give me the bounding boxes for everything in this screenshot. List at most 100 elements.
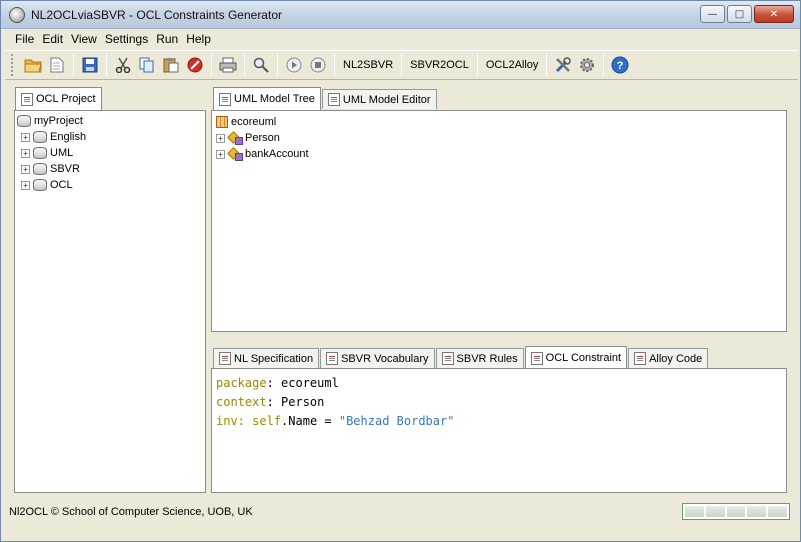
expand-icon[interactable]: + bbox=[21, 180, 30, 190]
code-line-package: package: ecoreuml bbox=[216, 374, 454, 393]
progress-cell bbox=[747, 506, 767, 517]
code-line-inv: inv: self.Name = "Behzad Bordbar" bbox=[216, 412, 454, 431]
toolbar-separator bbox=[211, 54, 212, 76]
sbvr2ocl-button[interactable]: SBVR2OCL bbox=[406, 54, 473, 76]
tree-row-ocl[interactable]: + OCL bbox=[17, 177, 86, 193]
tab-ocl-constraint-label: OCL Constraint bbox=[545, 352, 622, 364]
tab-alloy-code[interactable]: Alloy Code bbox=[628, 348, 709, 368]
status-bar: Nl2OCL © School of Computer Science, UOB… bbox=[5, 497, 798, 527]
tree-row-bankaccount[interactable]: + bankAccount bbox=[216, 146, 309, 162]
project-tab-icon bbox=[21, 92, 33, 106]
expand-icon[interactable]: + bbox=[216, 133, 225, 143]
keyword-self: self bbox=[252, 414, 282, 428]
app-window: NL2OCLviaSBVR - OCL Constraints Generato… bbox=[0, 0, 801, 542]
menu-run[interactable]: Run bbox=[152, 29, 182, 49]
ocl-code: package: ecoreuml context: Person inv: s… bbox=[216, 374, 454, 431]
toolbar-separator bbox=[106, 54, 107, 76]
tools-icon[interactable] bbox=[552, 54, 574, 76]
menu-help[interactable]: Help bbox=[182, 29, 215, 49]
ocl-code-editor[interactable]: package: ecoreuml context: Person inv: s… bbox=[211, 368, 787, 493]
tab-sbvr-rules[interactable]: SBVR Rules bbox=[435, 348, 524, 368]
toolbar-separator bbox=[334, 54, 335, 76]
tree-item-ocl: OCL bbox=[50, 179, 73, 191]
save-icon[interactable] bbox=[79, 54, 101, 76]
tab-sbvr-vocabulary[interactable]: SBVR Vocabulary bbox=[320, 348, 435, 368]
expand-icon[interactable]: + bbox=[21, 132, 30, 142]
menu-file[interactable]: File bbox=[11, 29, 38, 49]
tree-row-root[interactable]: myProject bbox=[17, 113, 86, 129]
uml-tab-icon bbox=[219, 92, 231, 106]
title-bar[interactable]: NL2OCLviaSBVR - OCL Constraints Generato… bbox=[1, 1, 800, 29]
inv-string-literal: "Behzad Bordbar" bbox=[338, 414, 455, 428]
menu-edit[interactable]: Edit bbox=[38, 29, 67, 49]
copy-icon[interactable] bbox=[136, 54, 158, 76]
tree-row-english[interactable]: + English bbox=[17, 129, 86, 145]
help-icon[interactable]: ? bbox=[609, 54, 631, 76]
progress-cell bbox=[726, 506, 746, 517]
left-tabstrip: OCL Project bbox=[15, 86, 103, 110]
client-area: File Edit View Settings Run Help NL2SBVR… bbox=[5, 29, 798, 539]
tree-item-bankaccount: bankAccount bbox=[245, 148, 309, 160]
tree-row-sbvr[interactable]: + SBVR bbox=[17, 161, 86, 177]
tree-item-sbvr: SBVR bbox=[50, 163, 80, 175]
model-tabstrip: UML Model Tree UML Model Editor bbox=[213, 86, 438, 110]
tab-uml-model-editor-label: UML Model Editor bbox=[342, 93, 431, 106]
stop-icon[interactable] bbox=[307, 54, 329, 76]
tab-ocl-project-label: OCL Project bbox=[36, 93, 96, 105]
paste-icon[interactable] bbox=[160, 54, 182, 76]
tree-row-uml[interactable]: + UML bbox=[17, 145, 86, 161]
tree-item-person: Person bbox=[245, 132, 280, 144]
minimize-button[interactable]: — bbox=[700, 5, 725, 23]
sbvr-rules-tab-icon bbox=[441, 352, 454, 365]
progress-cell bbox=[685, 506, 704, 517]
tab-sbvr-vocabulary-label: SBVR Vocabulary bbox=[341, 352, 429, 365]
expand-icon[interactable]: + bbox=[21, 148, 30, 158]
keyword-inv: inv bbox=[216, 414, 238, 428]
tab-sbvr-rules-label: SBVR Rules bbox=[456, 352, 518, 365]
tab-alloy-code-label: Alloy Code bbox=[649, 352, 703, 365]
tab-nl-specification-label: NL Specification bbox=[234, 352, 314, 365]
folder-db-icon bbox=[33, 147, 47, 159]
tab-uml-model-tree[interactable]: UML Model Tree bbox=[213, 87, 321, 110]
cut-icon[interactable] bbox=[112, 54, 134, 76]
tab-uml-model-editor[interactable]: UML Model Editor bbox=[321, 89, 437, 109]
tree-row-person[interactable]: + Person bbox=[216, 130, 309, 146]
ocl2alloy-button[interactable]: OCL2Alloy bbox=[482, 54, 543, 76]
delete-icon[interactable] bbox=[184, 54, 206, 76]
model-tree-panel: ecoreuml + Person + bankAccount bbox=[211, 110, 787, 332]
keyword-context: context bbox=[216, 395, 267, 409]
progress-cell bbox=[705, 506, 725, 517]
toolbar-separator bbox=[277, 54, 278, 76]
toolbar-separator bbox=[603, 54, 605, 76]
tab-ocl-constraint[interactable]: OCL Constraint bbox=[524, 346, 628, 369]
package-icon bbox=[216, 116, 228, 128]
toolbar-separator bbox=[244, 54, 245, 76]
search-icon[interactable] bbox=[250, 54, 272, 76]
gear-icon[interactable] bbox=[576, 54, 598, 76]
menu-bar: File Edit View Settings Run Help bbox=[5, 29, 798, 49]
tab-ocl-project[interactable]: OCL Project bbox=[15, 87, 102, 110]
play-icon[interactable] bbox=[283, 54, 305, 76]
tree-row-ecoreuml[interactable]: ecoreuml bbox=[216, 114, 309, 130]
tab-nl-specification[interactable]: NL Specification bbox=[213, 348, 320, 368]
close-button[interactable]: ✕ bbox=[754, 5, 794, 23]
class-icon bbox=[228, 148, 243, 161]
folder-db-icon bbox=[33, 131, 47, 143]
tab-uml-model-tree-label: UML Model Tree bbox=[234, 93, 315, 105]
progress-bar bbox=[682, 503, 790, 520]
expand-icon[interactable]: + bbox=[21, 164, 30, 174]
alloy-tab-icon bbox=[634, 352, 647, 365]
maximize-button[interactable]: □ bbox=[727, 5, 752, 23]
toolbar-grip[interactable] bbox=[11, 54, 15, 76]
nl2sbvr-button[interactable]: NL2SBVR bbox=[339, 54, 397, 76]
expand-icon[interactable]: + bbox=[216, 149, 225, 159]
window-title: NL2OCLviaSBVR - OCL Constraints Generato… bbox=[31, 8, 282, 22]
print-icon[interactable] bbox=[217, 54, 239, 76]
uml-tab-icon bbox=[327, 93, 340, 106]
project-icon bbox=[17, 115, 31, 127]
menu-view[interactable]: View bbox=[67, 29, 101, 49]
menu-settings[interactable]: Settings bbox=[101, 29, 152, 49]
open-folder-icon[interactable] bbox=[22, 54, 44, 76]
sbvr-vocab-tab-icon bbox=[326, 352, 339, 365]
new-file-icon[interactable] bbox=[46, 54, 68, 76]
